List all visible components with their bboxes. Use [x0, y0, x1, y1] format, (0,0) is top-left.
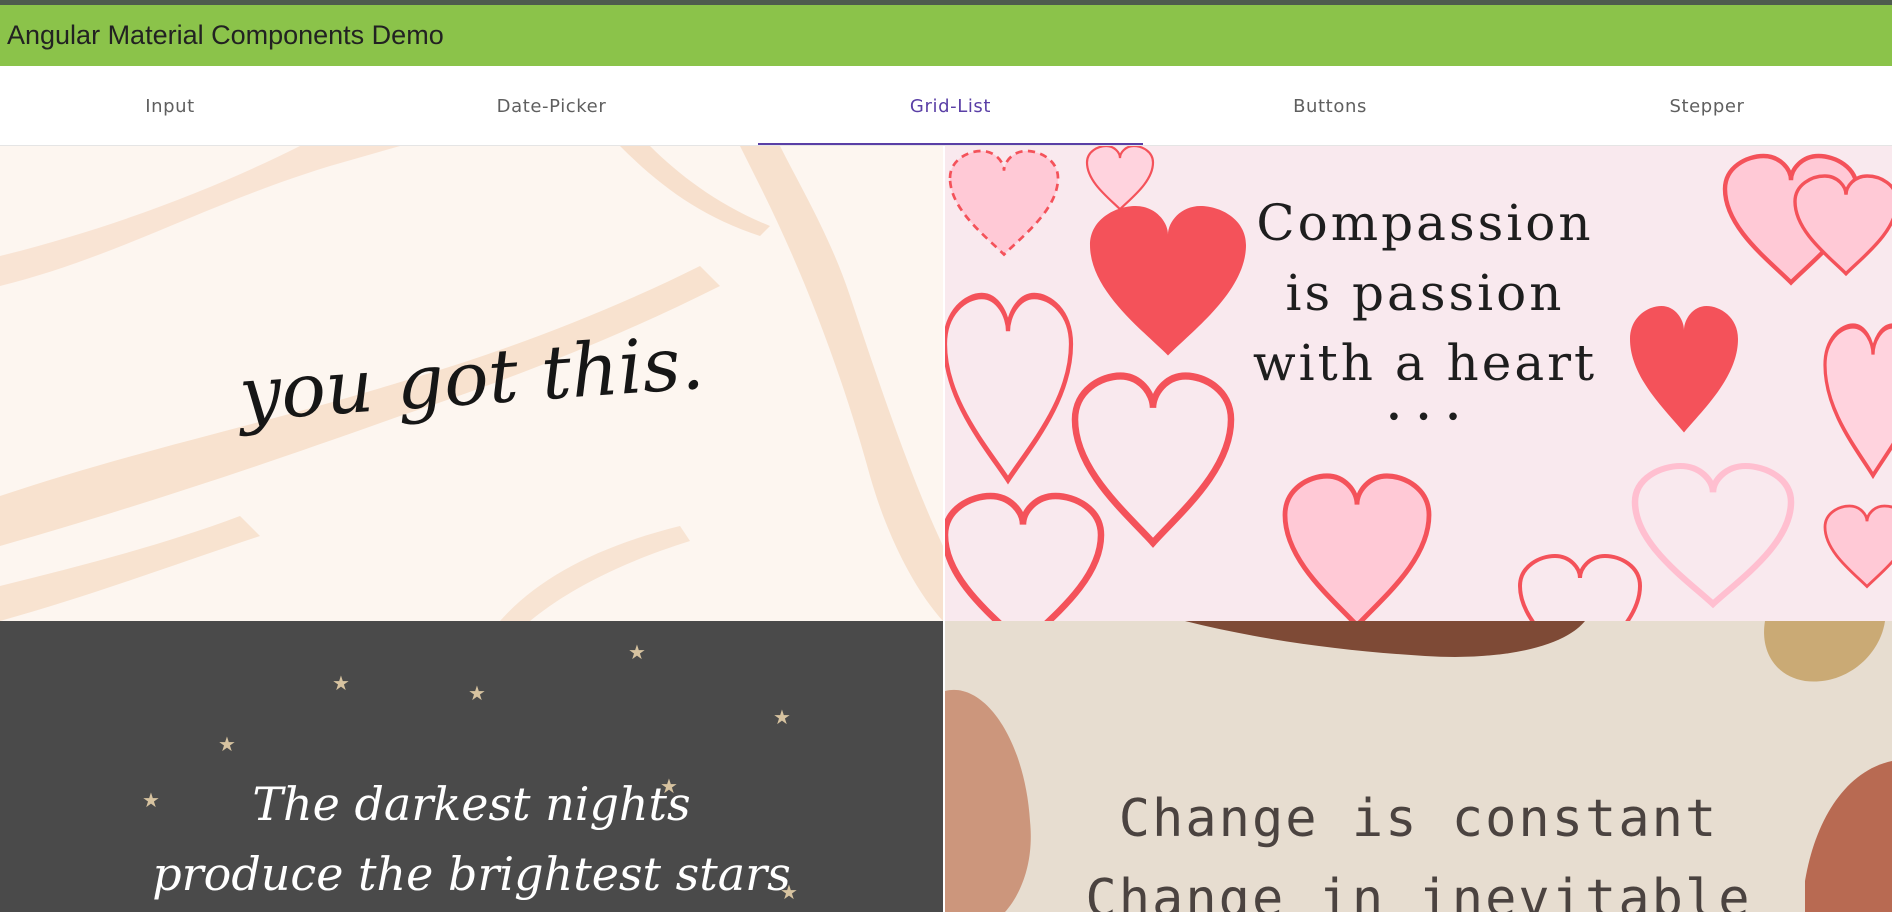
tab-grid-list[interactable]: Grid-List	[763, 66, 1138, 146]
quote-line: Change is constant	[1118, 789, 1719, 849]
app-toolbar: Angular Material Components Demo	[0, 5, 1892, 66]
tile-quote-text: Compassion is passion with a heart • • •	[1225, 188, 1625, 438]
quote-line: produce the brightest stars	[152, 847, 791, 901]
svg-text:★: ★	[773, 705, 791, 729]
svg-text:★: ★	[332, 671, 350, 695]
svg-text:★: ★	[218, 732, 236, 756]
svg-text:★: ★	[628, 640, 646, 664]
quote-line: Compassion	[1256, 194, 1594, 252]
grid-tile-you-got-this[interactable]: you got this.	[0, 146, 943, 621]
grid-tile-compassion[interactable]: Compassion is passion with a heart • • •	[945, 146, 1892, 621]
tab-input[interactable]: Input	[0, 66, 340, 146]
quote-line: is passion	[1285, 264, 1565, 322]
quote-line: Change in inevitable	[1085, 869, 1752, 912]
quote-line: with a heart	[1252, 334, 1598, 392]
grid-list: you got this. Compassion is passion with…	[0, 146, 1892, 912]
tab-date-picker[interactable]: Date-Picker	[340, 66, 763, 146]
tile-quote-text: Change is constant Change in inevitable	[945, 779, 1892, 912]
tab-bar: Input Date-Picker Grid-List Buttons Step…	[0, 66, 1892, 146]
grid-tile-darkest-nights[interactable]: ★ ★ ★ ★ ★ ★ ★ ★ The darkest nights produ…	[0, 621, 943, 912]
grid-tile-change-is-constant[interactable]: Change is constant Change in inevitable	[945, 621, 1892, 912]
svg-text:★: ★	[468, 681, 486, 705]
quote-line: The darkest nights	[252, 777, 691, 831]
tab-stepper[interactable]: Stepper	[1522, 66, 1892, 146]
app-title: Angular Material Components Demo	[7, 20, 444, 50]
active-tab-ink-bar	[758, 143, 1143, 145]
quote-line: • • •	[1386, 403, 1464, 433]
tab-buttons[interactable]: Buttons	[1138, 66, 1522, 146]
tile-quote-text: The darkest nights produce the brightest…	[0, 769, 943, 909]
